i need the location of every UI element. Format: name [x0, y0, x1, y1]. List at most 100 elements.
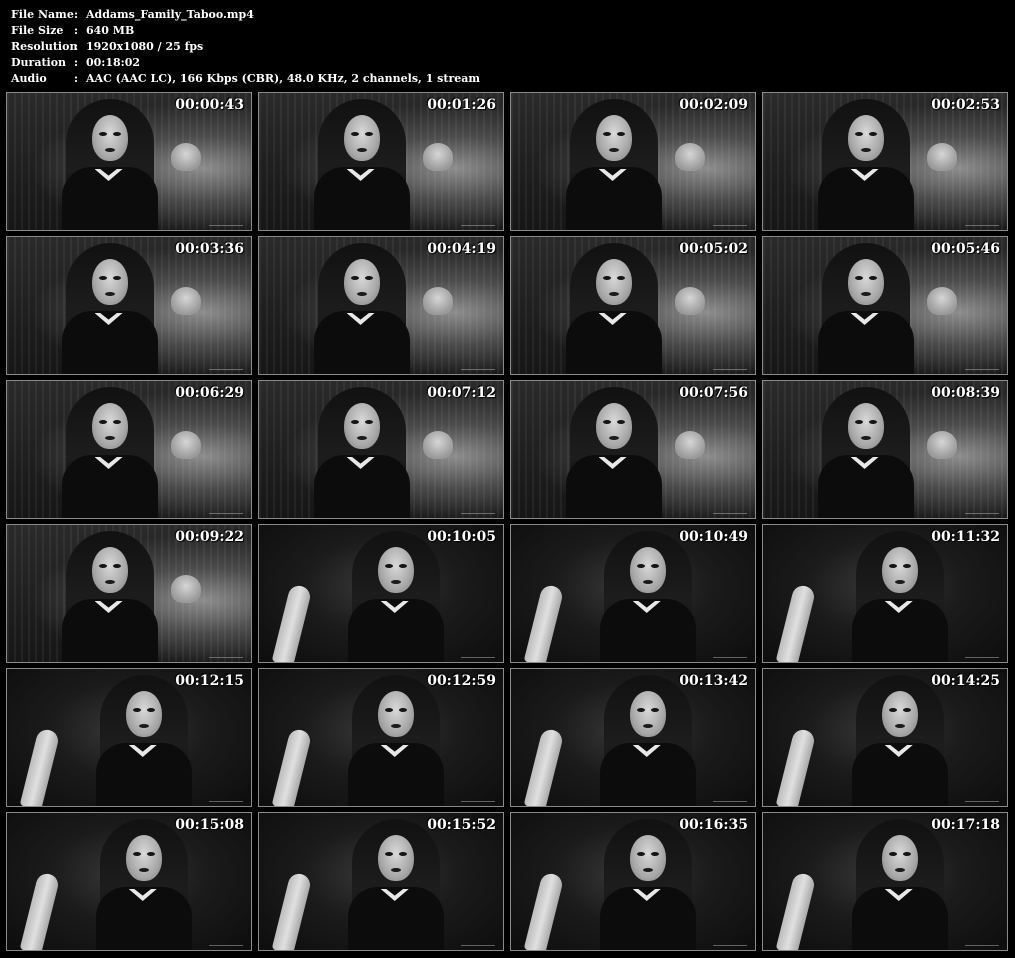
thumbnail-frame-image	[511, 93, 755, 230]
thumbnail-timestamp: 00:05:46	[931, 241, 1000, 257]
thumbnail-timestamp: 00:07:12	[427, 385, 496, 401]
watermark-logo	[713, 647, 747, 658]
thumbnail-frame-image	[511, 525, 755, 662]
thumbnail-timestamp: 00:10:49	[679, 529, 748, 545]
thumbnail-timestamp: 00:05:02	[679, 241, 748, 257]
info-value: AAC (AAC LC), 166 Kbps (CBR), 48.0 KHz, …	[86, 72, 481, 85]
thumbnail-frame-image	[763, 525, 1007, 662]
watermark-logo	[461, 647, 495, 658]
info-row-resolution: Resolution : 1920x1080 / 25 fps	[11, 39, 480, 55]
video-thumbnail: 00:09:22	[6, 524, 252, 663]
info-key: File Name	[11, 8, 74, 21]
watermark-logo	[209, 647, 243, 658]
video-thumbnail: 00:02:09	[510, 92, 756, 231]
thumbnail-frame-image	[259, 525, 503, 662]
watermark-logo	[209, 935, 243, 946]
thumbnail-frame-image	[259, 237, 503, 374]
info-key: Duration	[11, 56, 67, 69]
video-thumbnail: 00:06:29	[6, 380, 252, 519]
video-thumbnail: 00:10:49	[510, 524, 756, 663]
thumbnail-timestamp: 00:06:29	[175, 385, 244, 401]
video-thumbnail: 00:00:43	[6, 92, 252, 231]
thumbnail-timestamp: 00:16:35	[679, 817, 748, 833]
watermark-logo	[209, 359, 243, 370]
video-thumbnail: 00:04:19	[258, 236, 504, 375]
watermark-logo	[713, 935, 747, 946]
info-value: 640 MB	[86, 24, 135, 37]
thumbnail-timestamp: 00:09:22	[175, 529, 244, 545]
thumbnail-frame-image	[511, 381, 755, 518]
thumbnail-frame-image	[259, 813, 503, 950]
watermark-logo	[461, 215, 495, 226]
thumbnail-frame-image	[763, 381, 1007, 518]
watermark-logo	[965, 791, 999, 802]
info-separator: :	[74, 72, 79, 85]
thumbnail-timestamp: 00:17:18	[931, 817, 1000, 833]
info-separator: :	[74, 40, 79, 53]
thumbnail-frame-image	[763, 669, 1007, 806]
info-row-duration: Duration : 00:18:02	[11, 55, 480, 71]
thumbnail-frame-image	[7, 237, 251, 374]
thumbnail-timestamp: 00:02:09	[679, 97, 748, 113]
watermark-logo	[965, 647, 999, 658]
thumbnail-timestamp: 00:02:53	[931, 97, 1000, 113]
video-thumbnail: 00:17:18	[762, 812, 1008, 951]
watermark-logo	[965, 359, 999, 370]
video-thumbnail: 00:08:39	[762, 380, 1008, 519]
watermark-logo	[209, 215, 243, 226]
watermark-logo	[461, 359, 495, 370]
video-thumbnail: 00:12:59	[258, 668, 504, 807]
thumbnail-timestamp: 00:12:59	[427, 673, 496, 689]
thumbnail-timestamp: 00:01:26	[427, 97, 496, 113]
thumbnail-timestamp: 00:04:19	[427, 241, 496, 257]
video-thumbnail: 00:10:05	[258, 524, 504, 663]
watermark-logo	[461, 503, 495, 514]
watermark-logo	[965, 935, 999, 946]
thumbnail-frame-image	[763, 813, 1007, 950]
video-thumbnail: 00:11:32	[762, 524, 1008, 663]
thumbnail-timestamp: 00:13:42	[679, 673, 748, 689]
thumbnail-timestamp: 00:08:39	[931, 385, 1000, 401]
info-separator: :	[74, 56, 79, 69]
thumbnail-timestamp: 00:11:32	[931, 529, 1000, 545]
thumbnail-frame-image	[7, 381, 251, 518]
watermark-logo	[461, 791, 495, 802]
info-key: File Size	[11, 24, 64, 37]
video-thumbnail: 00:01:26	[258, 92, 504, 231]
info-separator: :	[74, 8, 79, 21]
thumbnail-frame-image	[259, 669, 503, 806]
info-value: 1920x1080 / 25 fps	[86, 40, 204, 53]
watermark-logo	[461, 935, 495, 946]
thumbnail-frame-image	[511, 813, 755, 950]
info-row-file-name: File Name : Addams_Family_Taboo.mp4	[11, 7, 480, 23]
thumbnail-frame-image	[7, 525, 251, 662]
video-thumbnail: 00:07:56	[510, 380, 756, 519]
video-thumbnail: 00:14:25	[762, 668, 1008, 807]
thumbnail-timestamp: 00:10:05	[427, 529, 496, 545]
thumbnail-frame-image	[511, 669, 755, 806]
watermark-logo	[965, 503, 999, 514]
thumbnail-timestamp: 00:12:15	[175, 673, 244, 689]
thumbnail-frame-image	[763, 93, 1007, 230]
thumbnail-timestamp: 00:15:52	[427, 817, 496, 833]
video-thumbnail: 00:05:02	[510, 236, 756, 375]
watermark-logo	[713, 503, 747, 514]
watermark-logo	[209, 503, 243, 514]
video-thumbnail: 00:02:53	[762, 92, 1008, 231]
video-thumbnail: 00:03:36	[6, 236, 252, 375]
info-value: Addams_Family_Taboo.mp4	[86, 8, 254, 21]
thumbnail-timestamp: 00:00:43	[175, 97, 244, 113]
info-value: 00:18:02	[86, 56, 141, 69]
thumbnail-frame-image	[7, 813, 251, 950]
info-row-audio: Audio : AAC (AAC LC), 166 Kbps (CBR), 48…	[11, 71, 480, 87]
thumbnail-frame-image	[7, 93, 251, 230]
thumbnail-frame-image	[511, 237, 755, 374]
watermark-logo	[713, 215, 747, 226]
watermark-logo	[209, 791, 243, 802]
watermark-logo	[965, 215, 999, 226]
info-row-file-size: File Size : 640 MB	[11, 23, 480, 39]
thumbnail-frame-image	[763, 237, 1007, 374]
video-thumbnail: 00:12:15	[6, 668, 252, 807]
thumbnail-timestamp: 00:14:25	[931, 673, 1000, 689]
thumbnail-grid: 00:00:43 00:01:26 00:02:09 00:02:53 00:03:36…	[6, 92, 1010, 951]
